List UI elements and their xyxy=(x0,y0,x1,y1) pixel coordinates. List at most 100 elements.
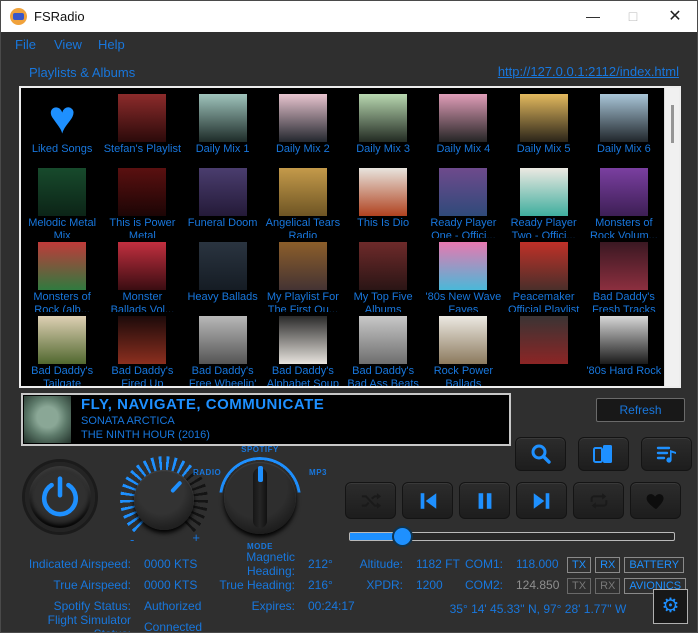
power-button[interactable] xyxy=(25,462,95,532)
next-button[interactable] xyxy=(516,482,567,519)
pause-icon xyxy=(474,490,496,512)
menu-view[interactable]: View xyxy=(54,37,82,52)
devices-button[interactable] xyxy=(578,437,629,471)
library-item[interactable]: Ready Player One - Offici... xyxy=(423,164,503,238)
expires-label: Expires: xyxy=(199,599,295,613)
maximize-button[interactable]: □ xyxy=(613,1,653,32)
library-item-label: Monsters of Rock (alb... xyxy=(22,291,102,312)
refresh-button[interactable]: Refresh xyxy=(596,398,685,422)
flight-sim-status-value: Connected xyxy=(144,620,202,633)
album-art xyxy=(279,316,327,364)
server-url-link[interactable]: http://127.0.0.1:2112/index.html xyxy=(498,64,679,79)
library-item[interactable] xyxy=(504,312,584,386)
scrollbar[interactable] xyxy=(664,88,679,386)
mode-mp3-label: MP3 xyxy=(309,468,327,477)
album-art xyxy=(199,94,247,142)
now-playing-artist: SONATA ARCTICA xyxy=(81,415,505,427)
library-item-label: My Playlist For The First Qu... xyxy=(263,291,343,312)
album-art xyxy=(520,316,568,364)
library-item-label: Monsters of Rock Volum... xyxy=(584,217,664,238)
library-item[interactable]: Heavy Ballads xyxy=(183,238,263,312)
library-item[interactable]: This Is Dio xyxy=(343,164,423,238)
library-item-label: Daily Mix 2 xyxy=(263,143,343,156)
library-item[interactable]: Daily Mix 4 xyxy=(423,90,503,164)
library-item[interactable]: Stefan's Playlist xyxy=(102,90,182,164)
settings-button[interactable]: ⚙ xyxy=(653,589,688,624)
library-item[interactable]: Daily Mix 3 xyxy=(343,90,423,164)
mode-knob[interactable] xyxy=(224,462,296,534)
library-item-label: This is Power Metal xyxy=(102,217,182,238)
mode-spotify-label: SPOTIFY xyxy=(193,445,327,454)
library-item-label: Daily Mix 6 xyxy=(584,143,664,156)
seek-slider[interactable] xyxy=(349,532,675,541)
altitude-column: Altitude:1182 FT XPDR:1200 xyxy=(351,553,460,595)
xpdr-label: XPDR: xyxy=(351,578,403,592)
now-playing-album-art xyxy=(24,396,71,443)
close-button[interactable]: ✕ xyxy=(655,1,695,32)
library-item[interactable]: Bad Daddy's Free Wheelin' xyxy=(183,312,263,386)
album-art xyxy=(439,168,487,216)
library-item[interactable]: Daily Mix 5 xyxy=(504,90,584,164)
library-item[interactable]: Bad Daddy's Bad Ass Beats xyxy=(343,312,423,386)
album-art xyxy=(118,316,166,364)
library-item[interactable]: Bad Daddy's Fired Up xyxy=(102,312,182,386)
library-item[interactable]: Angelical Tears Radio xyxy=(263,164,343,238)
menu-help[interactable]: Help xyxy=(98,37,125,52)
magnetic-heading-label: Magnetic Heading: xyxy=(199,550,295,578)
heading-column: Magnetic Heading:212° True Heading:216° … xyxy=(199,553,355,616)
queue-button[interactable] xyxy=(641,437,692,471)
indicated-airspeed-label: Indicated Airspeed: xyxy=(13,557,131,571)
library-item[interactable]: Monsters of Rock (alb... xyxy=(22,238,102,312)
album-art xyxy=(118,168,166,216)
library-item[interactable]: Peacemaker Official Playlist xyxy=(504,238,584,312)
library-item[interactable]: This is Power Metal xyxy=(102,164,182,238)
library-item[interactable]: '80s Hard Rock xyxy=(584,312,664,386)
library-item-label: Bad Daddy's Tailgate xyxy=(22,365,102,386)
mode-knob-group: SPOTIFY RADIO MP3 MODE xyxy=(193,445,327,551)
library-item-label: Bad Daddy's Fresh Tracks xyxy=(584,291,664,312)
album-art xyxy=(600,316,648,364)
library-item[interactable]: Daily Mix 2 xyxy=(263,90,343,164)
library-item[interactable]: '80s New Wave Faves xyxy=(423,238,503,312)
previous-button[interactable] xyxy=(402,482,453,519)
album-art xyxy=(118,94,166,142)
library-item[interactable]: Bad Daddy's Alphabet Soup xyxy=(263,312,343,386)
playlist-grid-inner: ♥Liked SongsStefan's PlaylistDaily Mix 1… xyxy=(22,90,664,386)
shuffle-button[interactable] xyxy=(345,482,396,519)
minimize-button[interactable]: — xyxy=(573,1,613,32)
previous-icon xyxy=(417,490,439,512)
library-item[interactable]: Bad Daddy's Fresh Tracks xyxy=(584,238,664,312)
library-item[interactable]: Daily Mix 1 xyxy=(183,90,263,164)
library-item[interactable]: Melodic Metal Mix xyxy=(22,164,102,238)
favorite-button[interactable] xyxy=(630,482,681,519)
album-art xyxy=(359,94,407,142)
volume-pointer xyxy=(170,480,182,493)
library-item[interactable]: Ready Player Two - Offici... xyxy=(504,164,584,238)
true-airspeed-label: True Airspeed: xyxy=(13,578,131,592)
scrollbar-thumb[interactable] xyxy=(671,105,674,143)
library-item-label: Bad Daddy's Fired Up xyxy=(102,365,182,386)
com2-value: 124.850 xyxy=(516,578,559,592)
com1-tx-badge: TX xyxy=(567,557,591,573)
library-item[interactable]: Funeral Doom xyxy=(183,164,263,238)
library-item[interactable]: Monster Ballads Vol... xyxy=(102,238,182,312)
library-item[interactable]: ♥Liked Songs xyxy=(22,90,102,164)
album-art xyxy=(279,242,327,290)
repeat-button[interactable] xyxy=(573,482,624,519)
seek-slider-thumb[interactable] xyxy=(392,526,413,547)
search-button[interactable] xyxy=(515,437,566,471)
expires-value: 00:24:17 xyxy=(308,599,355,613)
library-item[interactable]: My Playlist For The First Qu... xyxy=(263,238,343,312)
album-art xyxy=(600,242,648,290)
library-item-label: '80s Hard Rock xyxy=(584,365,664,378)
library-item[interactable]: My Top Five Albums xyxy=(343,238,423,312)
pause-button[interactable] xyxy=(459,482,510,519)
library-item[interactable]: Monsters of Rock Volum... xyxy=(584,164,664,238)
library-item[interactable]: Bad Daddy's Tailgate xyxy=(22,312,102,386)
volume-knob-cap[interactable] xyxy=(134,470,194,530)
library-item[interactable]: Rock Power Ballads xyxy=(423,312,503,386)
menu-file[interactable]: File xyxy=(15,37,36,52)
playlist-grid: ♥Liked SongsStefan's PlaylistDaily Mix 1… xyxy=(19,86,681,388)
library-item[interactable]: Daily Mix 6 xyxy=(584,90,664,164)
album-art xyxy=(520,168,568,216)
